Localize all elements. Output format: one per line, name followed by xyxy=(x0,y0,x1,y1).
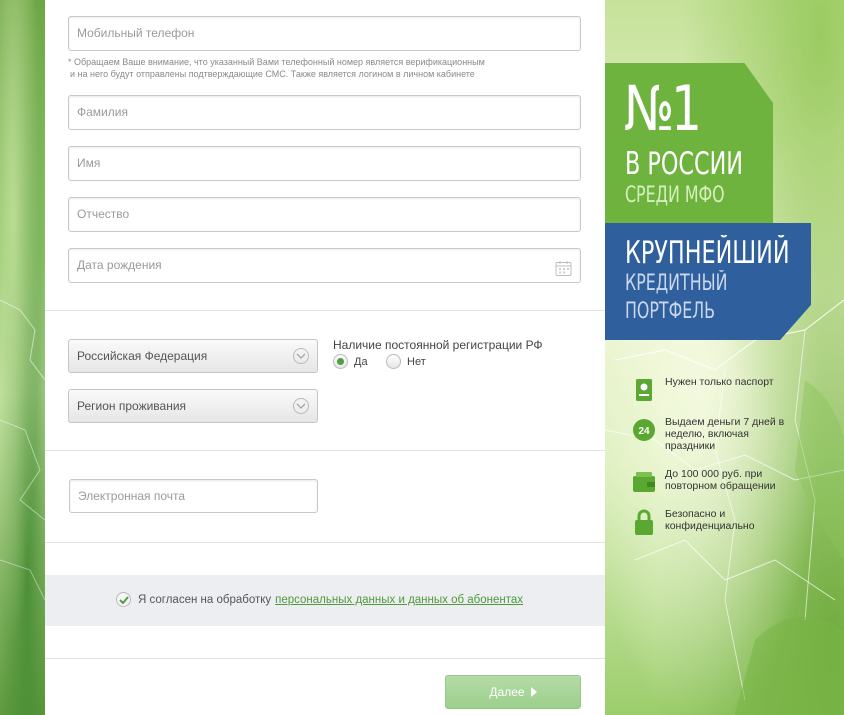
divider xyxy=(45,542,605,543)
feature-24h: 24 Выдаем деньги 7 дней в неделю, включа… xyxy=(632,416,795,452)
svg-text:24: 24 xyxy=(638,426,650,437)
feature-24h-text: Выдаем деньги 7 дней в неделю, включая п… xyxy=(665,416,785,452)
consent-text: Я согласен на обработку xyxy=(138,593,272,606)
feature-secure-text: Безопасно и конфиденциально xyxy=(665,508,755,532)
chevron-down-icon xyxy=(293,398,309,414)
rank-line3: СРЕДИ МФО xyxy=(625,183,725,208)
next-button-label: Далее xyxy=(489,685,525,699)
middlename-input[interactable]: Отчество xyxy=(68,197,581,232)
phone-input[interactable]: Мобильный телефон xyxy=(68,16,581,51)
chevron-down-icon xyxy=(293,348,309,364)
feature-wallet: До 100 000 руб. при повторном обращении xyxy=(632,468,795,496)
phone-note-line2: и на него будут отправлены подтверждающи… xyxy=(70,69,475,79)
radio-no[interactable] xyxy=(386,354,401,369)
lock-icon xyxy=(632,508,656,536)
arrow-right-icon xyxy=(530,687,537,697)
registration-yes-option[interactable]: Да xyxy=(333,354,368,369)
radio-no-label: Нет xyxy=(407,355,426,368)
registration-label: Наличие постоянной регистрации РФ xyxy=(333,338,543,352)
portfolio-line1: КРУПНЕЙШИЙ xyxy=(625,235,790,271)
registration-form: Мобильный телефон * Обращаем Ваше вниман… xyxy=(45,0,605,715)
feature-passport: Нужен только паспорт xyxy=(632,376,795,404)
feature-secure: Безопасно и конфиденциально xyxy=(632,508,795,536)
phone-note: * Обращаем Ваше внимание, что указанный … xyxy=(68,56,568,80)
feature-passport-text: Нужен только паспорт xyxy=(665,376,774,388)
rank-line2: В РОССИИ xyxy=(625,146,744,182)
radio-yes[interactable] xyxy=(333,354,348,369)
feature-wallet-text: До 100 000 руб. при повторном обращении xyxy=(665,468,776,492)
left-background xyxy=(0,0,45,715)
divider xyxy=(45,450,605,451)
wallet-icon xyxy=(632,468,656,496)
region-value: Регион проживания xyxy=(77,399,187,413)
rank-number: №1 xyxy=(624,72,702,145)
consent-checkbox[interactable] xyxy=(116,592,131,607)
portfolio-line2: КРЕДИТНЫЙ xyxy=(625,271,728,296)
firstname-input[interactable]: Имя xyxy=(68,146,581,181)
calendar-icon[interactable] xyxy=(555,257,572,290)
birthdate-input[interactable]: Дата рождения xyxy=(68,248,581,283)
divider xyxy=(45,310,605,311)
24-hours-icon: 24 xyxy=(632,416,656,444)
country-value: Российская Федерация xyxy=(77,349,208,363)
next-button[interactable]: Далее xyxy=(445,675,581,709)
email-input[interactable]: Электронная почта xyxy=(69,479,318,513)
radio-yes-label: Да xyxy=(354,355,368,368)
country-select[interactable]: Российская Федерация xyxy=(68,339,318,373)
map-outline-left xyxy=(0,299,45,601)
lastname-input[interactable]: Фамилия xyxy=(68,95,581,130)
phone-note-line1: * Обращаем Ваше внимание, что указанный … xyxy=(68,57,485,67)
divider xyxy=(45,658,605,659)
passport-icon xyxy=(632,376,656,404)
consent-link[interactable]: персональных данных и данных об абонента… xyxy=(275,594,523,606)
registration-no-option[interactable]: Нет xyxy=(386,354,426,369)
birthdate-placeholder: Дата рождения xyxy=(77,258,162,272)
region-select[interactable]: Регион проживания xyxy=(68,389,318,423)
checkmark-icon xyxy=(119,596,129,604)
portfolio-line3: ПОРТФЕЛЬ xyxy=(625,299,716,324)
consent-row: Я согласен на обработку персональных дан… xyxy=(116,592,523,607)
